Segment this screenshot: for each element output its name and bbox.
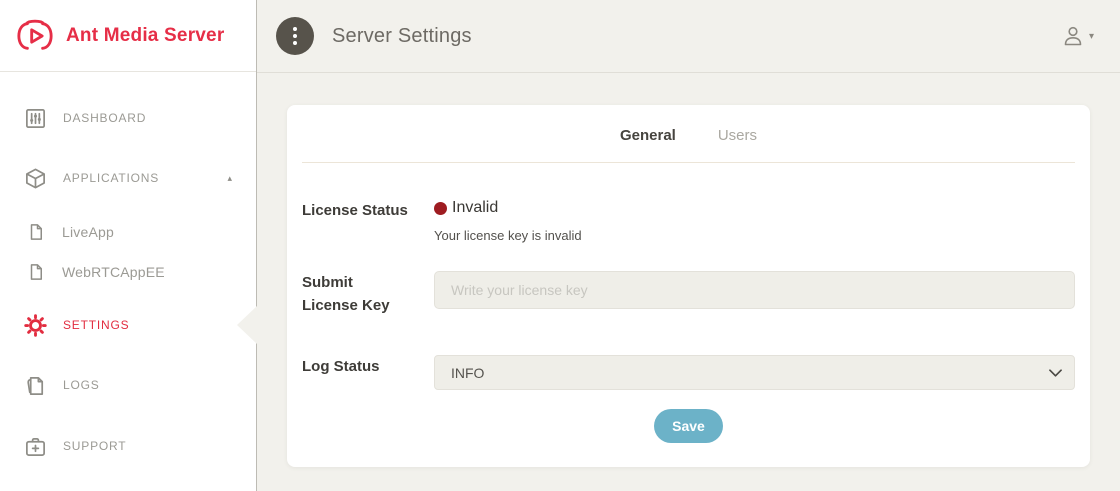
tab-bar: General Users: [302, 127, 1075, 163]
sidebar-item-label: SUPPORT: [63, 439, 126, 453]
sidebar-item-applications[interactable]: APPLICATIONS ▴: [0, 158, 256, 198]
sidebar-item-label: SETTINGS: [63, 318, 129, 332]
file-icon: [27, 263, 45, 281]
user-icon: [1061, 24, 1085, 48]
log-status-label: Log Status: [302, 355, 434, 390]
kebab-menu-button[interactable]: [276, 17, 314, 55]
logo[interactable]: Ant Media Server: [0, 0, 256, 72]
sidebar-item-logs[interactable]: LOGS: [0, 365, 256, 405]
app-window: Ant Media Server DASHBOARD: [0, 0, 1120, 491]
sidebar-item-label: APPLICATIONS: [63, 171, 159, 185]
log-status-select[interactable]: INFO: [434, 355, 1075, 390]
license-key-input[interactable]: [434, 271, 1075, 309]
sidebar-item-dashboard[interactable]: DASHBOARD: [0, 98, 256, 138]
dashboard-icon: [24, 107, 47, 130]
license-status-message: Your license key is invalid: [434, 228, 1075, 243]
logo-text: Ant Media Server: [66, 25, 224, 47]
submit-license-row: Submit License Key: [302, 271, 1075, 317]
gear-icon: [24, 314, 47, 337]
page-title: Server Settings: [332, 25, 472, 48]
kebab-icon: [293, 27, 297, 31]
settings-card: General Users License Status Invalid You…: [287, 105, 1090, 467]
sidebar-item-support[interactable]: SUPPORT: [0, 426, 256, 466]
tab-users[interactable]: Users: [718, 127, 757, 144]
collapse-caret-icon[interactable]: ▴: [227, 173, 232, 184]
file-icon: [27, 223, 45, 241]
tab-general[interactable]: General: [620, 127, 676, 144]
sidebar-item-settings[interactable]: SETTINGS: [0, 305, 256, 345]
applications-icon: [24, 167, 47, 190]
status-dot-icon: [434, 202, 447, 215]
chevron-down-icon: ▾: [1089, 31, 1094, 42]
main-area: Server Settings ▾ General Users License …: [257, 0, 1120, 491]
sidebar-item-liveapp[interactable]: LiveApp: [0, 216, 256, 248]
support-icon: [24, 435, 47, 458]
license-status-label: License Status: [302, 199, 434, 243]
header: Server Settings ▾: [257, 0, 1120, 73]
content-area: General Users License Status Invalid You…: [257, 73, 1120, 491]
save-button[interactable]: Save: [654, 409, 723, 443]
submit-license-label: Submit License Key: [302, 271, 434, 317]
log-status-row: Log Status INFO: [302, 355, 1075, 390]
license-status-row: License Status Invalid Your license key …: [302, 199, 1075, 243]
sidebar-item-label: LOGS: [63, 378, 100, 392]
sidebar-menu: DASHBOARD APPLICATIONS ▴: [0, 72, 256, 466]
logs-icon: [24, 374, 47, 397]
sidebar: Ant Media Server DASHBOARD: [0, 0, 257, 491]
active-item-notch: [237, 306, 257, 344]
sidebar-item-label: LiveApp: [62, 224, 114, 240]
sidebar-item-label: WebRTCAppEE: [62, 264, 165, 280]
sidebar-item-label: DASHBOARD: [63, 111, 146, 125]
ant-media-logo-icon: [14, 17, 56, 55]
user-menu-button[interactable]: ▾: [1061, 24, 1094, 48]
license-status-value: Invalid: [452, 199, 498, 217]
sidebar-item-webrtcappee[interactable]: WebRTCAppEE: [0, 256, 256, 288]
